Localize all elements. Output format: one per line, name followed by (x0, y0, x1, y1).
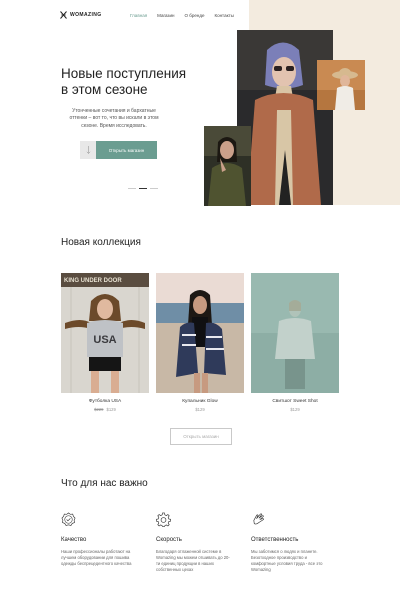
quality-badge-icon (61, 512, 76, 526)
open-shop-button[interactable]: Открыть магазин (96, 141, 157, 159)
product-price-glow: $129 (195, 407, 205, 412)
photo-sign-text: KING UNDER DOOR (64, 278, 122, 284)
hero-slider-dots (128, 188, 158, 189)
hero-small-photo-left (204, 126, 251, 206)
value-title-responsibility: Ответственность (251, 537, 299, 543)
scroll-down-button[interactable] (80, 141, 96, 159)
product-price-usa: $229 $129 (61, 407, 149, 412)
product-photo-usa[interactable]: KING UNDER DOOR USA (61, 273, 149, 393)
logo-text: WOMAZING (70, 12, 102, 18)
hero-title: Новые поступления в этом сезоне (61, 66, 211, 98)
main-nav: Главная Магазин О бренде Контакты (130, 13, 234, 18)
nav-item-shop[interactable]: Магазин (157, 13, 174, 18)
product-name-glow[interactable]: Купальник Glow (156, 399, 244, 404)
shirt-print-text: USA (93, 334, 116, 346)
nav-item-home[interactable]: Главная (130, 13, 147, 18)
price: $129 (106, 407, 116, 412)
gear-icon (156, 512, 171, 527)
logo[interactable]: WOMAZING (60, 11, 102, 19)
value-text-quality: Наши профессионалы работают на лучшем об… (61, 549, 132, 566)
slider-dot[interactable] (150, 188, 158, 189)
hand-icon (253, 513, 264, 525)
nav-item-contacts[interactable]: Контакты (214, 13, 233, 18)
product-name-usa[interactable]: Футболка USA (61, 399, 149, 404)
open-shop-outline-button[interactable]: Открыть магазин (170, 428, 232, 445)
value-text-responsibility: Мы заботимся о людях и планете. Безотход… (251, 549, 323, 572)
collection-title: Новая коллекция (61, 237, 141, 248)
hero-subtitle: Утонченные сочетания и бархатные оттенки… (69, 108, 159, 129)
logo-icon (60, 11, 67, 19)
value-title-speed: Скорость (156, 537, 182, 543)
hero-cta: Открыть магазин (80, 141, 157, 159)
slider-dot[interactable] (128, 188, 136, 189)
product-photo-sweet-shot[interactable] (251, 273, 339, 393)
slider-dot-active[interactable] (139, 188, 147, 189)
value-text-speed: Благодаря отлаженной системе в Womazing … (156, 549, 230, 572)
product-price-sweet-shot: $129 (290, 407, 300, 412)
nav-item-about[interactable]: О бренде (185, 13, 205, 18)
values-title: Что для нас важно (61, 478, 148, 489)
hero-title-line2: в этом сезоне (61, 82, 148, 97)
hero-main-photo (237, 30, 333, 205)
product-photo-glow[interactable] (156, 273, 244, 393)
arrow-down-icon (86, 146, 90, 154)
old-price: $229 (94, 407, 104, 412)
product-name-sweet-shot[interactable]: Свитшот Sweet Shot (251, 399, 339, 404)
value-title-quality: Качество (61, 537, 87, 543)
hero-title-line1: Новые поступления (61, 66, 187, 81)
hero-small-photo-right (317, 60, 365, 110)
